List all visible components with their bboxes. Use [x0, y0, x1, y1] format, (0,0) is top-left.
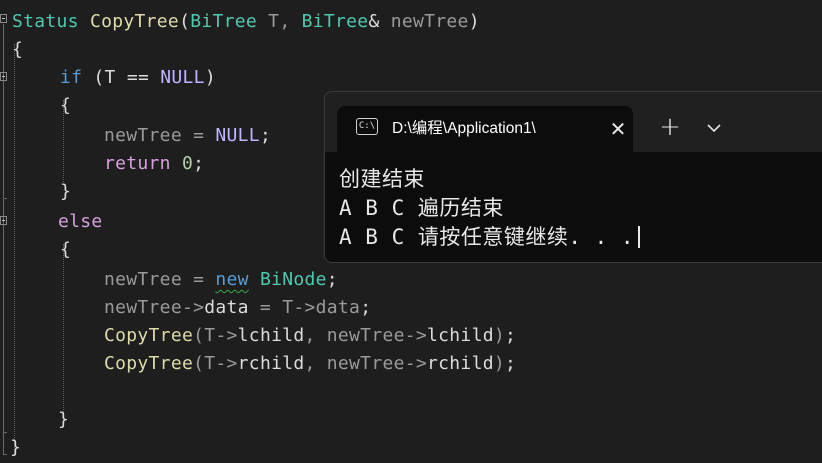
punctuation: (: [193, 325, 205, 346]
chevron-down-icon[interactable]: [699, 113, 729, 143]
expression: T->: [204, 325, 238, 346]
code-line-3: if (T == NULL): [60, 66, 216, 90]
fold-end: [3, 432, 7, 433]
expression: T->: [204, 353, 238, 374]
punctuation: (: [179, 11, 191, 32]
brace: {: [12, 39, 24, 60]
type: BiNode: [259, 269, 327, 290]
punctuation: ): [493, 353, 505, 374]
punctuation: ;: [504, 353, 517, 374]
code-line-11: newTree->data = T->data;: [104, 296, 371, 320]
collapse-icon[interactable]: [0, 14, 7, 23]
fold-end: [3, 454, 7, 455]
brace: {: [60, 239, 72, 260]
code-line-8: else: [58, 210, 103, 234]
code-line-15: }: [10, 436, 21, 460]
terminal-output[interactable]: 创建结束 A B C 遍历结束 A B C 请按任意键继续. . .: [339, 165, 819, 252]
keyword: new: [215, 269, 249, 290]
punctuation: ;: [504, 325, 517, 346]
code-line-6: return 0;: [104, 152, 204, 176]
code-line-14: }: [58, 408, 69, 432]
code-line-2: {: [12, 38, 23, 62]
code-line-7: }: [60, 180, 71, 204]
brace: }: [60, 181, 72, 202]
code-line-9: {: [60, 238, 71, 262]
plus-icon[interactable]: +: [655, 113, 685, 143]
text-cursor: [638, 226, 641, 248]
expression: , newTree->: [304, 325, 428, 346]
expression: newTree =: [104, 269, 216, 290]
fold-line: [3, 82, 4, 198]
punctuation: ;: [259, 125, 272, 146]
expression: (T ==: [82, 67, 161, 88]
macro: NULL: [215, 125, 260, 146]
code-line-4: {: [60, 94, 71, 118]
function-call: CopyTree: [104, 353, 194, 374]
keyword: else: [58, 211, 103, 232]
field: data: [204, 297, 249, 318]
punctuation: ;: [193, 153, 205, 174]
expression: = T->: [248, 297, 316, 318]
function-call: CopyTree: [104, 325, 194, 346]
terminal-icon: C:\: [356, 118, 378, 135]
code-line-1: Status CopyTree(BiTree T, BiTree& newTre…: [12, 10, 480, 34]
param-type: BiTree: [190, 11, 258, 32]
field: lchild: [237, 325, 305, 346]
indent-guide: [14, 44, 15, 456]
brace: {: [60, 95, 72, 116]
fold-end: [3, 198, 7, 199]
punctuation: &: [368, 11, 391, 32]
field: rchild: [237, 353, 305, 374]
punctuation: ): [468, 11, 480, 32]
code-line-10: newTree = new BiNode;: [104, 268, 338, 292]
output-line-text: A B C 请按任意键继续. . .: [339, 225, 635, 249]
collapse-icon[interactable]: [0, 72, 7, 81]
param: newTree: [390, 11, 469, 32]
keyword: return: [104, 153, 171, 174]
output-line: A B C 遍历结束: [339, 196, 504, 220]
punctuation: ): [204, 67, 216, 88]
field: rchild: [427, 353, 494, 374]
function-name: CopyTree: [89, 11, 180, 32]
expression: newTree->: [104, 297, 205, 318]
code-line-12: CopyTree(T->lchild, newTree->lchild);: [104, 324, 516, 348]
field: data: [315, 297, 361, 318]
brace: }: [10, 437, 22, 458]
expression: , newTree->: [304, 353, 428, 374]
punctuation: ;: [360, 297, 372, 318]
keyword: if: [60, 67, 83, 88]
indent-guide: [63, 244, 64, 416]
macro: NULL: [160, 67, 205, 88]
terminal-window[interactable]: C:\ D:\编程\Application1\ ✕ + 创建结束 A B C 遍…: [324, 91, 822, 263]
output-line: A B C 请按任意键继续. . .: [339, 223, 819, 252]
fold-line: [3, 226, 4, 432]
expression: newTree =: [104, 125, 216, 146]
output-line: 创建结束: [339, 167, 425, 191]
param-type: BiTree: [301, 11, 369, 32]
punctuation: ): [493, 325, 505, 346]
code-line-13: CopyTree(T->rchild, newTree->rchild);: [104, 352, 516, 376]
tab-title: D:\编程\Application1\: [392, 120, 536, 137]
terminal-tab[interactable]: C:\ D:\编程\Application1\ ✕: [337, 106, 633, 152]
code-line-5: newTree = NULL;: [104, 124, 271, 148]
field: lchild: [427, 325, 494, 346]
punctuation: ;: [326, 269, 338, 290]
param: T,: [257, 11, 302, 32]
terminal-titlebar[interactable]: C:\ D:\编程\Application1\ ✕ +: [325, 92, 822, 152]
close-icon[interactable]: ✕: [605, 116, 631, 142]
punctuation: (: [193, 353, 205, 374]
collapse-icon[interactable]: [0, 216, 7, 225]
brace: }: [58, 409, 70, 430]
number: 0: [181, 153, 194, 174]
return-type: Status: [12, 11, 79, 32]
